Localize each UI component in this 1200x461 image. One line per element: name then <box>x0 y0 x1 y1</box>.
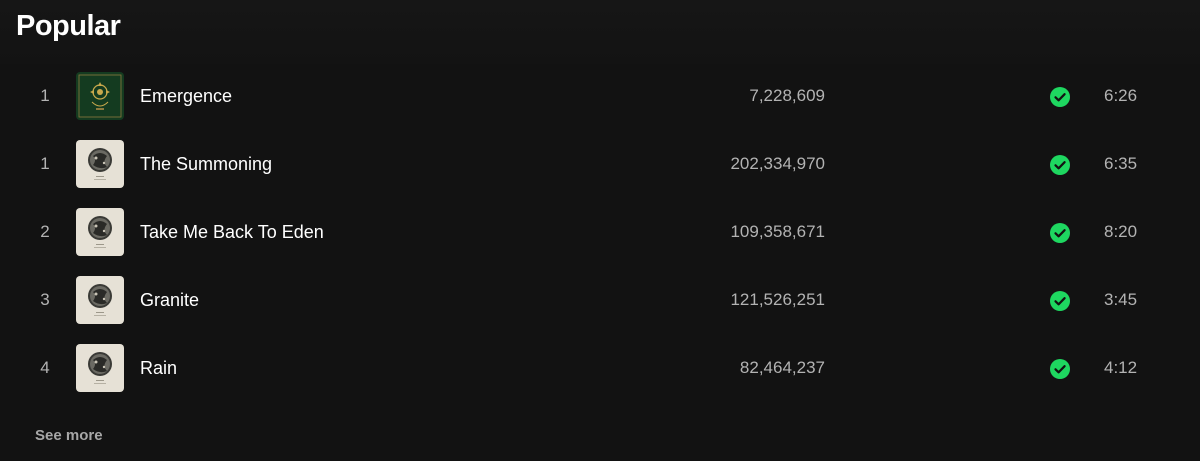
popular-track-list: 1 Emergence 7,228,609 6:26 1 The Summoni… <box>0 62 1200 402</box>
track-cover-art <box>76 276 124 324</box>
track-row[interactable]: 4 Rain 82,464,237 4:12 <box>0 334 1200 402</box>
track-index: 2 <box>40 222 50 241</box>
track-duration: 4:12 <box>1104 358 1138 377</box>
track-duration: 6:26 <box>1104 86 1138 105</box>
track-title[interactable]: Rain <box>140 358 177 379</box>
track-row[interactable]: 1 Emergence 7,228,609 6:26 <box>0 62 1200 130</box>
track-play-count: 121,526,251 <box>730 290 825 309</box>
track-play-count: 109,358,671 <box>730 222 825 241</box>
track-cover-art <box>76 344 124 392</box>
track-play-count: 7,228,609 <box>749 86 825 105</box>
saved-check-icon[interactable] <box>1050 87 1070 107</box>
saved-check-icon[interactable] <box>1050 223 1070 243</box>
track-cover-art <box>76 208 124 256</box>
track-duration: 3:45 <box>1104 290 1138 309</box>
track-index: 4 <box>40 358 50 377</box>
track-duration: 8:20 <box>1104 222 1138 241</box>
saved-check-icon[interactable] <box>1050 155 1070 175</box>
track-title[interactable]: Granite <box>140 290 199 311</box>
track-index: 3 <box>40 290 50 309</box>
section-title: Popular <box>16 10 121 42</box>
saved-check-icon[interactable] <box>1050 291 1070 311</box>
track-row[interactable]: 2 Take Me Back To Eden 109,358,671 8:20 <box>0 198 1200 266</box>
track-title[interactable]: Take Me Back To Eden <box>140 222 324 243</box>
track-cover-art <box>76 140 124 188</box>
track-title[interactable]: The Summoning <box>140 154 272 175</box>
track-play-count: 82,464,237 <box>739 358 825 377</box>
track-index: 1 <box>40 86 50 105</box>
section-header-background <box>0 0 1200 64</box>
saved-check-icon[interactable] <box>1050 359 1070 379</box>
track-row[interactable]: 3 Granite 121,526,251 3:45 <box>0 266 1200 334</box>
see-more-button[interactable]: See more <box>35 427 103 444</box>
track-cover-art <box>76 72 124 120</box>
track-row[interactable]: 1 The Summoning 202,334,970 6:35 <box>0 130 1200 198</box>
track-play-count: 202,334,970 <box>730 154 825 173</box>
track-title[interactable]: Emergence <box>140 86 232 107</box>
track-index: 1 <box>40 154 50 173</box>
track-duration: 6:35 <box>1104 154 1138 173</box>
